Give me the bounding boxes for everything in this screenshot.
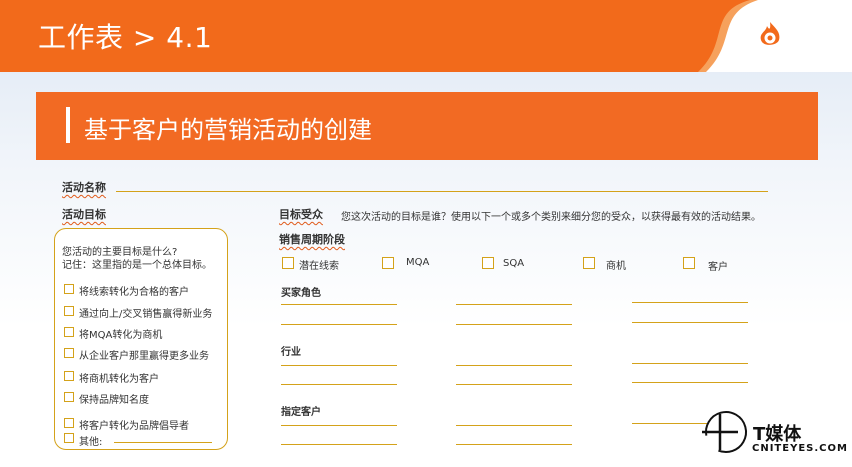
buyer-role-field[interactable] [632, 322, 748, 323]
named-accounts-label: 指定客户 [281, 407, 321, 418]
named-accounts-field[interactable] [281, 444, 397, 445]
buyer-role-field[interactable] [632, 302, 748, 303]
target-audience-desc: 您这次活动的目标是谁？使用以下一个或多个类别来细分您的受众，以获得最有效的活动结… [341, 212, 761, 223]
goal-option-label: 将MQA转化为商机 [79, 330, 163, 341]
sales-stage-label: 销售周期阶段 [279, 233, 345, 246]
goal-option-label: 将商机转化为客户 [79, 374, 159, 385]
named-accounts-field[interactable] [632, 423, 708, 424]
buyer-role-label: 买家角色 [281, 288, 321, 299]
named-accounts-field[interactable] [456, 425, 572, 426]
goal-checkbox[interactable] [64, 371, 74, 381]
industry-field[interactable] [456, 365, 572, 366]
goal-checkbox[interactable] [64, 418, 74, 428]
goal-reminder: 记住：这里指的是一个总体目标。 [62, 260, 212, 271]
goal-option-label: 通过向上/交叉销售赢得新业务 [79, 309, 213, 320]
buyer-role-field[interactable] [456, 324, 572, 325]
goal-checkbox[interactable] [64, 306, 74, 316]
goal-checkbox-other[interactable] [64, 433, 74, 443]
tmedia-logo-icon [702, 411, 747, 453]
industry-field[interactable] [632, 382, 748, 383]
logo-text: 火眼云 [785, 23, 827, 39]
section-title: 基于客户的营销活动的创建 [84, 116, 372, 144]
stage-checkbox[interactable] [683, 257, 695, 269]
buyer-role-field[interactable] [281, 324, 397, 325]
stage-label: SQA [503, 258, 525, 269]
activity-goal-label: 活动目标 [62, 208, 106, 221]
page-title: 工作表 > 4.1 [38, 21, 213, 54]
goal-option-label: 从企业客户那里赢得更多业务 [79, 351, 209, 362]
logo-url: www.huoyan.io [787, 42, 828, 48]
goal-option-label: 将客户转化为品牌倡导者 [79, 421, 189, 432]
stage-label: MQA [406, 257, 430, 268]
stage-checkbox[interactable] [382, 257, 394, 269]
stage-label: 商机 [606, 261, 626, 272]
target-audience-label: 目标受众 [279, 208, 323, 221]
industry-field[interactable] [456, 384, 572, 385]
watermark-sub: CNITEYES.COM [752, 443, 848, 454]
industry-label: 行业 [281, 347, 301, 358]
goal-checkbox[interactable] [64, 392, 74, 402]
stage-checkbox[interactable] [282, 257, 294, 269]
goal-other-label: 其他: [79, 437, 103, 448]
flame-logo-icon [760, 22, 780, 45]
goal-other-field[interactable] [114, 442, 212, 443]
stage-checkbox[interactable] [482, 257, 494, 269]
banner-accent-bar [66, 107, 70, 143]
buyer-role-field[interactable] [456, 304, 572, 305]
goal-option-label: 将线索转化为合格的客户 [79, 287, 189, 298]
buyer-role-field[interactable] [281, 304, 397, 305]
stage-label: 客户 [708, 262, 728, 273]
activity-name-label: 活动名称 [62, 181, 106, 194]
named-accounts-field[interactable] [456, 444, 572, 445]
stage-checkbox[interactable] [583, 257, 595, 269]
named-accounts-field[interactable] [281, 425, 397, 426]
goal-checkbox[interactable] [64, 327, 74, 337]
industry-field[interactable] [632, 363, 748, 364]
activity-name-field[interactable] [116, 191, 768, 192]
industry-field[interactable] [281, 384, 397, 385]
goal-option-label: 保持品牌知名度 [79, 395, 149, 406]
brand-logo: 火眼云 www.huoyan.io [755, 18, 835, 58]
stage-label: 潜在线索 [299, 261, 339, 272]
goal-checkbox[interactable] [64, 348, 74, 358]
header-bar: 工作表 > 4.1 [0, 0, 852, 72]
goal-checkbox[interactable] [64, 284, 74, 294]
industry-field[interactable] [281, 365, 397, 366]
